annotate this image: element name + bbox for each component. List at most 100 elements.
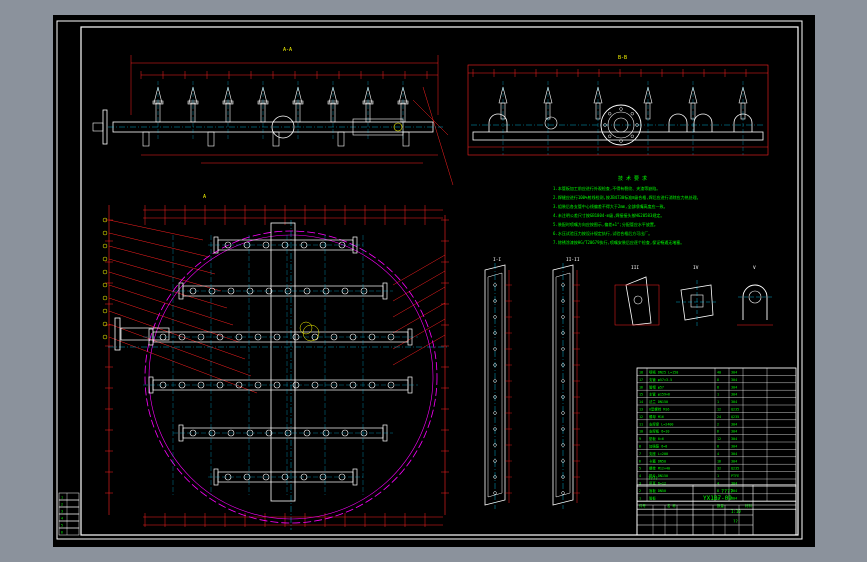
front-leader2 bbox=[412, 99, 449, 136]
drawing-viewport[interactable]: A-A B-B A I-I II-II III IV V 技 术 要 求 1.本… bbox=[53, 15, 815, 547]
bom-cell-name: U型螺栓 M16 bbox=[649, 407, 669, 412]
plan-inlet-flange bbox=[114, 317, 121, 351]
section2-label: II-II bbox=[566, 257, 580, 263]
side-elevation-view[interactable]: B-B bbox=[467, 55, 769, 156]
notes-line: 2.焊缝应进行100%射线检测,按JB4730标准Ⅱ级合格,焊后应进行消除应力热… bbox=[553, 194, 701, 200]
bom-cell-qty: 24 bbox=[717, 415, 721, 419]
plan-leader-r bbox=[392, 334, 446, 366]
side-dimension-lines bbox=[467, 64, 769, 156]
bom-cell-no: 5 bbox=[639, 467, 641, 471]
side-dim-box bbox=[467, 64, 769, 156]
plan-leader bbox=[108, 245, 216, 275]
side-view-label: B-B bbox=[618, 55, 627, 61]
bom-cell-name: 支座 L=200 bbox=[649, 451, 668, 456]
bom-cell-mat: PTFE bbox=[731, 474, 739, 478]
bom-cell-no: 18 bbox=[639, 371, 643, 375]
bom-cell-name: 卡箍 DN50 bbox=[649, 458, 666, 463]
plan-leader bbox=[108, 297, 240, 343]
bom-cell-qty: 16 bbox=[717, 459, 721, 463]
section-view-1[interactable]: I-I bbox=[484, 257, 512, 509]
side-flange-bolt bbox=[608, 134, 612, 138]
bom-cell-no: 11 bbox=[639, 422, 643, 426]
plan-dimension-lines bbox=[102, 205, 449, 527]
bom-cell-name: 螺母 M16 bbox=[649, 414, 664, 419]
plan-leader-r bbox=[392, 302, 446, 334]
side-manifold-body bbox=[471, 81, 765, 155]
bom-cell-name: 加强筋 δ=8 bbox=[649, 444, 667, 449]
bom-cell-mat: 304 bbox=[731, 400, 737, 404]
bom-cell-qty: 32 bbox=[717, 467, 721, 471]
drawing-number: YX1B7-09 bbox=[703, 495, 732, 502]
section-view-2[interactable]: II-II bbox=[552, 257, 580, 509]
cad-application: A-A B-B A I-I II-II III IV V 技 术 要 求 1.本… bbox=[0, 0, 867, 562]
bom-cell-qty: 8 bbox=[717, 489, 719, 493]
notes-line: 3.组装后各支管中心线偏差不得大于2mm,全部喷嘴高度应一致。 bbox=[553, 203, 667, 209]
notes-line: 6.水压试验压力按设计规定执行,试验合格后方可出厂。 bbox=[553, 230, 652, 236]
bill-of-materials[interactable]: 18 喷嘴 DN25 L=150 40 30417 支管 φ57×3.5 8 30416 管帽… bbox=[636, 367, 797, 510]
plan-balloon bbox=[102, 308, 108, 314]
front-support bbox=[337, 131, 345, 147]
plan-balloon bbox=[102, 243, 108, 249]
detail2-outline bbox=[680, 284, 714, 321]
bom-cell-mat: 304 bbox=[731, 459, 737, 463]
bom-cell-name: 垫板 δ=6 bbox=[649, 436, 664, 441]
section-hole bbox=[493, 411, 497, 415]
detail3-label: V bbox=[753, 265, 756, 271]
bom-cell-name: 支撑板 δ=10 bbox=[649, 429, 669, 434]
front-support bbox=[402, 131, 410, 147]
rev-cell-text: 1 bbox=[61, 496, 63, 500]
sheet-text: ???? bbox=[648, 476, 658, 481]
bom-cell-mat: 304 bbox=[731, 437, 737, 441]
detail1-outline bbox=[625, 276, 652, 326]
bom-cell-qty: 8 bbox=[717, 445, 719, 449]
section-hole bbox=[561, 491, 565, 495]
bom-cell-no: 17 bbox=[639, 378, 643, 382]
cad-drawing[interactable]: A-A B-B A I-I II-II III IV V 技 术 要 求 1.本… bbox=[53, 15, 815, 547]
bom-cell-no: 1 bbox=[639, 496, 641, 500]
bom-header-mat: 材料 bbox=[745, 503, 752, 508]
plan-leader-r bbox=[392, 254, 446, 286]
side-flange-bolt bbox=[619, 107, 623, 111]
plan-view[interactable]: A bbox=[102, 194, 449, 530]
section-hole bbox=[561, 315, 565, 319]
bom-cell-mat: 304 bbox=[731, 422, 737, 426]
section1-label: I-I bbox=[493, 257, 501, 263]
bom-cell-no: 16 bbox=[639, 385, 643, 389]
plan-main-header bbox=[270, 222, 296, 502]
revision-table: 1 2 3 4 5 6 bbox=[58, 492, 80, 536]
technical-requirements: 技 术 要 求 1.本管板加工前应进行外观检查,不得有裂纹、夹渣等缺陷。 2.焊缝… bbox=[553, 175, 701, 245]
notes-line: 4.未注明公差尺寸按GB1804-m级,焊接接头按HG20583规定。 bbox=[553, 212, 664, 218]
plan-leader bbox=[108, 336, 258, 394]
detail2-label: IV bbox=[693, 265, 699, 271]
plan-leader-r bbox=[392, 318, 446, 350]
plan-balloon bbox=[102, 230, 108, 236]
front-support bbox=[142, 131, 150, 147]
bom-cell-no: 14 bbox=[639, 400, 643, 404]
notes-line: 1.本管板加工前应进行外观检查,不得有裂纹、夹渣等缺陷。 bbox=[553, 185, 660, 191]
plan-balloon bbox=[102, 334, 108, 340]
plan-view-label: A bbox=[203, 194, 206, 200]
section-hole bbox=[561, 411, 565, 415]
detail-views[interactable]: III IV V bbox=[614, 265, 773, 327]
bom-cell-qty: 8 bbox=[717, 378, 719, 382]
side-u-bolt bbox=[488, 113, 508, 132]
bom-header-name: 名 称 bbox=[667, 503, 676, 508]
plan-balloon bbox=[102, 295, 108, 301]
bom-cell-qty: 1 bbox=[717, 393, 719, 397]
notes-line: 5.装配时喷嘴方向应按图示,偏差±1°;分配管应水平放置。 bbox=[553, 221, 658, 227]
bom-cell-no: 12 bbox=[639, 415, 643, 419]
bom-cell-name: 喷嘴 DN25 L=150 bbox=[649, 370, 678, 375]
revision-text: ?? bbox=[733, 519, 738, 524]
bom-cell-mat: Q235 bbox=[731, 467, 739, 471]
detail1-label: III bbox=[631, 265, 639, 271]
rev-cell-text: 6 bbox=[61, 531, 63, 535]
bom-cell-no: 6 bbox=[639, 459, 641, 463]
bom-cell-mat: 304 bbox=[731, 371, 737, 375]
bom-cell-qty: 1 bbox=[717, 474, 719, 478]
bom-cell-mat: 304 bbox=[731, 445, 737, 449]
front-elevation-view[interactable]: A-A bbox=[92, 47, 454, 186]
bom-cell-name: 管帽 φ57 bbox=[649, 384, 664, 389]
rev-cell-text: 5 bbox=[61, 524, 63, 528]
bom-cell-name: 支管 φ57×3.5 bbox=[649, 377, 672, 382]
plan-balloon bbox=[102, 256, 108, 262]
